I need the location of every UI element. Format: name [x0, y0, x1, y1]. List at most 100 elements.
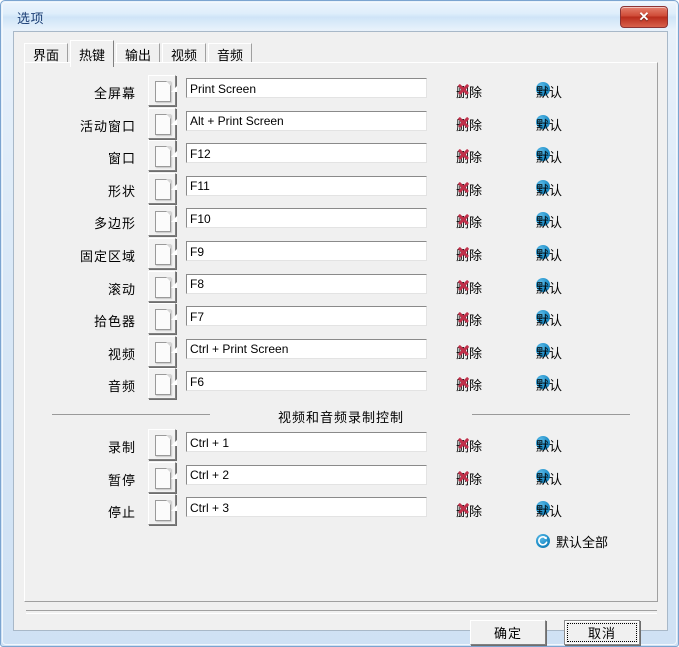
hotkey-input[interactable]	[186, 306, 427, 327]
record-hotkey-input[interactable]	[186, 464, 427, 485]
hotkey-capture-button-4[interactable]	[148, 205, 177, 237]
footer-divider	[26, 610, 657, 614]
hotkey-capture-button-9[interactable]	[148, 368, 177, 400]
hotkey-input[interactable]	[186, 241, 427, 261]
default-hotkey-button[interactable]: 默认	[536, 147, 562, 165]
delete-x-icon: 删除	[456, 147, 482, 165]
delete-hotkey-button[interactable]: 删除	[456, 310, 482, 328]
page-icon	[155, 374, 177, 396]
record-hotkey-input[interactable]	[186, 497, 427, 518]
hotkey-label: 视频	[107, 346, 136, 362]
hotkey-input[interactable]	[186, 371, 427, 392]
cancel-button-label: 取消	[587, 626, 616, 641]
refresh-icon: 默认	[536, 468, 562, 487]
hotkey-input[interactable]	[186, 78, 427, 98]
hotkey-row: 视频 删除 默认	[24, 335, 658, 368]
hotkey-label: 窗口	[107, 151, 136, 167]
hotkey-capture-button-3[interactable]	[148, 172, 177, 204]
default-hotkey-button[interactable]: 默认	[536, 436, 562, 454]
delete-hotkey-button[interactable]: 删除	[456, 343, 482, 361]
hotkey-label: 形状	[107, 183, 136, 199]
hotkey-capture-button-1[interactable]	[148, 107, 177, 139]
hotkey-capture-button-rec2[interactable]	[148, 494, 177, 526]
default-hotkey-button[interactable]: 默认	[536, 114, 562, 133]
page-fold-icon	[171, 472, 177, 479]
page-icon	[155, 467, 177, 489]
delete-hotkey-button[interactable]: 删除	[456, 82, 482, 100]
tab-1[interactable]: 热键	[70, 40, 114, 67]
record-group-header: 视频和音频录制控制	[24, 407, 658, 425]
page-fold-icon	[171, 379, 177, 386]
refresh-icon: 默认	[536, 310, 562, 328]
ok-button-label: 确定	[493, 626, 522, 641]
refresh-icon: 默认	[536, 212, 562, 230]
hotkey-row: 固定区域 删除 默认	[24, 237, 658, 270]
delete-hotkey-button[interactable]: 删除	[456, 375, 482, 393]
hotkey-input[interactable]	[186, 143, 427, 164]
record-control-label: 录制	[107, 440, 136, 455]
hotkey-capture-button-6[interactable]	[148, 270, 177, 302]
hotkey-capture-button-7[interactable]	[148, 303, 177, 335]
default-hotkey-button[interactable]: 默认	[536, 468, 562, 487]
delete-hotkey-button[interactable]: 删除	[456, 180, 482, 198]
default-hotkey-button[interactable]: 默认	[536, 277, 562, 296]
refresh-icon: 默认	[536, 501, 562, 519]
close-button[interactable]: ✕	[620, 6, 668, 28]
default-hotkey-button[interactable]: 默认	[536, 342, 562, 361]
record-group-title: 视频和音频录制控制	[277, 410, 404, 425]
default-hotkey-button[interactable]: 默认	[536, 82, 562, 100]
delete-hotkey-button[interactable]: 删除	[456, 245, 482, 263]
default-hotkey-button[interactable]: 默认	[536, 179, 562, 198]
page-icon	[155, 211, 177, 233]
default-hotkey-button[interactable]: 默认	[536, 212, 562, 230]
hotkey-capture-button-0[interactable]	[148, 75, 177, 106]
page-fold-icon	[171, 440, 177, 446]
hotkey-capture-button-rec1[interactable]	[148, 461, 177, 493]
hotkey-label: 滚动	[107, 281, 136, 297]
page-icon	[155, 276, 177, 298]
page-icon	[155, 81, 177, 102]
record-hotkey-input[interactable]	[186, 432, 427, 452]
delete-hotkey-button[interactable]: 删除	[456, 278, 482, 296]
hotkey-input[interactable]	[186, 110, 427, 131]
page-fold-icon	[171, 151, 177, 158]
page-fold-icon	[171, 281, 177, 288]
default-hotkey-button[interactable]: 默认	[536, 375, 562, 393]
delete-hotkey-button[interactable]: 删除	[456, 501, 482, 519]
refresh-icon: 默认	[536, 342, 562, 361]
refresh-icon: 默认	[536, 114, 562, 133]
default-all-button[interactable]: 默认全部	[536, 532, 608, 551]
refresh-icon: 默认	[536, 436, 562, 454]
default-hotkey-button[interactable]: 默认	[536, 310, 562, 328]
cancel-button[interactable]: 取消	[564, 620, 640, 645]
hotkey-input[interactable]	[186, 175, 427, 196]
delete-hotkey-button[interactable]: 删除	[456, 115, 482, 133]
delete-x-icon: 删除	[456, 436, 482, 454]
hotkey-capture-button-rec0[interactable]	[148, 429, 177, 460]
tab-label: 热键	[78, 47, 105, 63]
hotkey-capture-button-8[interactable]	[148, 335, 177, 367]
default-hotkey-button[interactable]: 默认	[536, 501, 562, 519]
window-title: 选项	[17, 11, 45, 26]
options-dialog-window: 选项 ✕ 界面热键输出视频音频 全屏幕删除默认活动窗口删除默认窗口删除默认形状删…	[0, 0, 679, 647]
record-control-row: 停止 删除 默认	[24, 493, 658, 526]
title-bar: 选项 ✕	[3, 3, 676, 29]
hotkey-capture-button-2[interactable]	[148, 140, 177, 172]
delete-hotkey-button[interactable]: 删除	[456, 436, 482, 454]
ok-button[interactable]: 确定	[470, 620, 546, 645]
hotkey-rows-host: 全屏幕删除默认活动窗口删除默认窗口删除默认形状删除默认多边形删除默认固定区域删除…	[24, 62, 658, 602]
page-fold-icon	[171, 314, 177, 321]
hotkey-capture-button-5[interactable]	[148, 238, 177, 269]
delete-hotkey-button[interactable]: 删除	[456, 212, 482, 230]
delete-hotkey-button[interactable]: 删除	[456, 469, 482, 487]
hotkey-input[interactable]	[186, 208, 427, 229]
delete-hotkey-button[interactable]: 删除	[456, 147, 482, 165]
default-hotkey-button[interactable]: 默认	[536, 245, 562, 263]
hotkey-input[interactable]	[186, 338, 427, 359]
hotkey-label: 多边形	[93, 216, 136, 232]
delete-x-icon: 删除	[456, 501, 482, 519]
dialog-client-area: 界面热键输出视频音频 全屏幕删除默认活动窗口删除默认窗口删除默认形状删除默认多边…	[13, 31, 668, 645]
page-icon	[155, 178, 177, 200]
hotkey-input[interactable]	[186, 273, 427, 294]
page-icon	[155, 146, 177, 168]
